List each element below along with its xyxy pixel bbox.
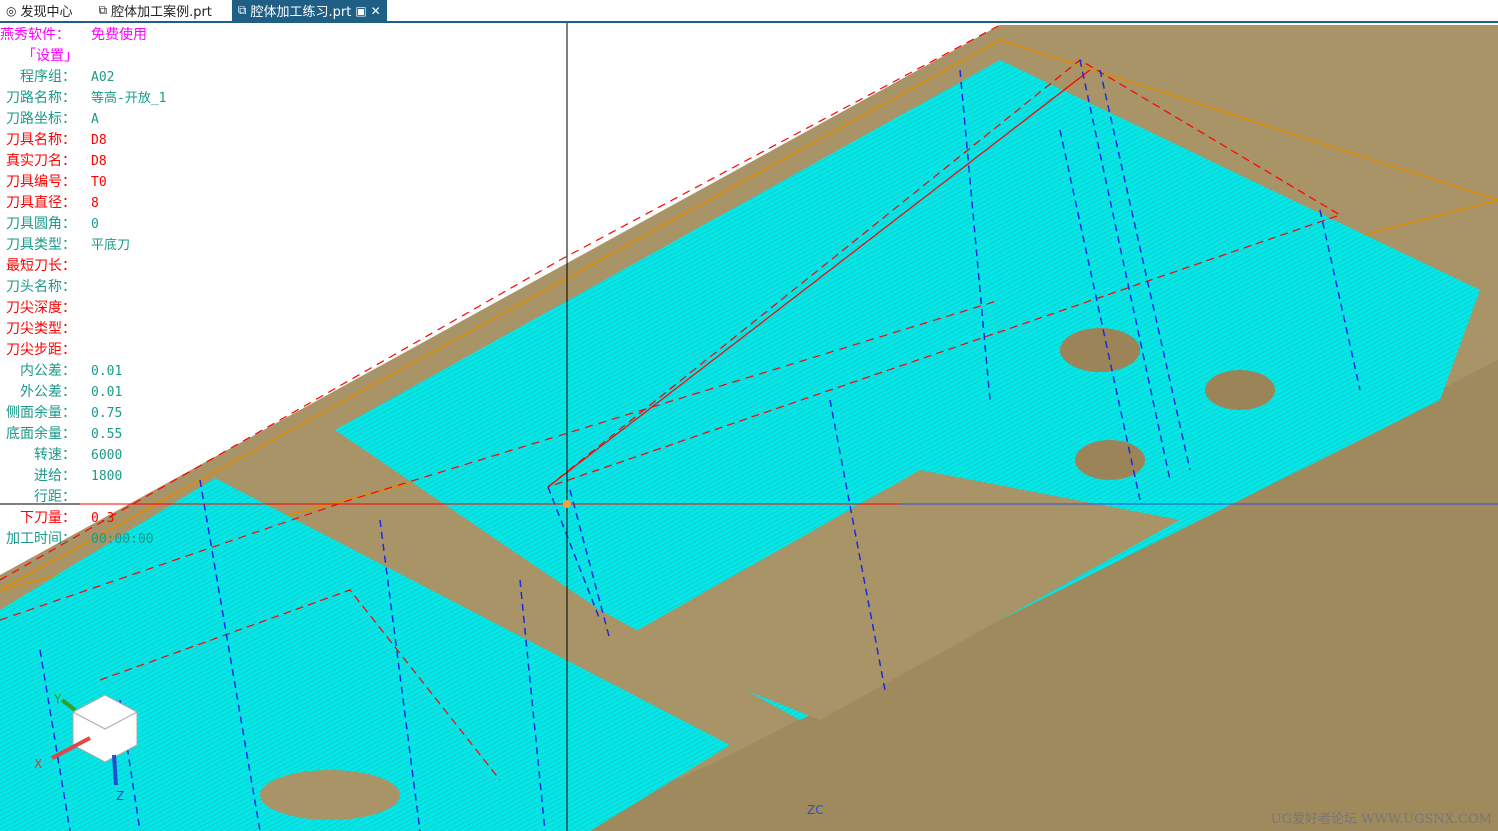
z-axis-arrow bbox=[112, 754, 118, 786]
info-row: 刀具类型： 平底刀 bbox=[0, 235, 166, 256]
y-axis-label: Y bbox=[53, 692, 62, 706]
info-row: 最短刀长： bbox=[0, 256, 166, 277]
info-value: 0.3 bbox=[91, 511, 115, 526]
info-value bbox=[78, 319, 91, 340]
info-value: D8 bbox=[91, 133, 107, 148]
tab-bar: ◎ 发现中心 ⧉ 腔体加工案例.prt ⧉ 腔体加工练习.prt ▣ ✕ bbox=[0, 0, 1498, 23]
tool-info-panel: 燕秀软件： 免费使用 「设置」 程序组： A02 刀路名称： 等高-开放_1 刀路坐标： A… bbox=[0, 25, 166, 550]
info-label: 刀具直径： bbox=[6, 195, 76, 211]
info-label: 程序组： bbox=[20, 69, 76, 85]
info-row: 真实刀名： D8 bbox=[0, 151, 166, 172]
info-row: 刀尖类型： bbox=[0, 319, 166, 340]
info-value: 等高-开放_1 bbox=[91, 91, 167, 106]
info-label: 转速： bbox=[34, 447, 76, 463]
info-label: 行距： bbox=[34, 489, 76, 505]
info-row: 刀路名称： 等高-开放_1 bbox=[0, 88, 166, 109]
info-label: 进给： bbox=[34, 468, 76, 484]
info-label: 刀尖深度： bbox=[6, 300, 76, 316]
info-label: 底面余量： bbox=[6, 426, 76, 442]
info-value bbox=[78, 340, 91, 361]
info-row: 程序组： A02 bbox=[0, 67, 166, 88]
info-row: 刀头名称： bbox=[0, 277, 166, 298]
discovery-icon: ◎ bbox=[6, 3, 17, 18]
info-row: 转速： 6000 bbox=[0, 445, 166, 466]
part-file-icon: ⧉ bbox=[237, 3, 247, 17]
info-value: 0.55 bbox=[91, 427, 123, 442]
info-value: D8 bbox=[91, 154, 107, 169]
info-label: 刀头名称： bbox=[6, 279, 76, 295]
info-label: 真实刀名： bbox=[6, 153, 76, 169]
info-row: 刀路坐标： A bbox=[0, 109, 166, 130]
tab-discovery[interactable]: ◎ 发现中心 bbox=[0, 0, 79, 21]
float-window-icon[interactable]: ▣ bbox=[355, 4, 366, 18]
info-row: 刀具名称： D8 bbox=[0, 130, 166, 151]
info-label: 刀尖步距： bbox=[6, 342, 76, 358]
graphics-viewport[interactable]: X Y Z bbox=[0, 23, 1498, 831]
info-value: 6000 bbox=[91, 448, 123, 463]
info-value: 00:00:00 bbox=[91, 532, 154, 547]
info-value bbox=[78, 277, 91, 298]
info-value bbox=[78, 298, 91, 319]
info-row: 下刀量： 0.3 bbox=[0, 508, 166, 529]
info-label: 刀路坐标： bbox=[6, 111, 76, 127]
info-row: 刀具圆角： 0 bbox=[0, 214, 166, 235]
info-row: 行距： bbox=[0, 487, 166, 508]
part-file-icon: ⧉ bbox=[98, 3, 108, 17]
tab-practice-part[interactable]: ⧉ 腔体加工练习.prt ▣ ✕ bbox=[231, 0, 387, 21]
info-label: 刀具编号： bbox=[6, 174, 76, 190]
info-row: 刀尖步距： bbox=[0, 340, 166, 361]
tab-case-part[interactable]: ⧉ 腔体加工案例.prt bbox=[93, 0, 218, 21]
info-row: 进给： 1800 bbox=[0, 466, 166, 487]
info-value: 0.01 bbox=[91, 385, 123, 400]
info-row: 底面余量： 0.55 bbox=[0, 424, 166, 445]
info-label: 内公差： bbox=[20, 363, 76, 379]
info-label: 刀路名称： bbox=[6, 90, 76, 106]
info-label: 加工时间： bbox=[6, 531, 76, 547]
info-row: 刀具直径： 8 bbox=[0, 193, 166, 214]
info-label: 刀具圆角： bbox=[6, 216, 76, 232]
watermark: UG爱好者论坛 WWW.UGSNX.COM bbox=[1270, 812, 1492, 827]
info-row: 加工时间： 00:00:00 bbox=[0, 529, 166, 550]
info-value: A02 bbox=[91, 70, 115, 85]
header-label: 燕秀软件： bbox=[0, 27, 70, 43]
info-value: 0.75 bbox=[91, 406, 123, 421]
z-axis-label: Z bbox=[116, 789, 124, 803]
info-value: 1800 bbox=[91, 469, 123, 484]
info-row: 侧面余量： 0.75 bbox=[0, 403, 166, 424]
info-value: T0 bbox=[91, 175, 107, 190]
info-value: 8 bbox=[91, 196, 99, 211]
section-title: 「设置」 bbox=[22, 48, 78, 64]
info-label: 刀具类型： bbox=[6, 237, 76, 253]
info-row: 内公差： 0.01 bbox=[0, 361, 166, 382]
zc-label: ZC bbox=[807, 803, 824, 817]
info-value: 0.01 bbox=[91, 364, 123, 379]
info-value bbox=[78, 487, 91, 508]
info-value bbox=[78, 256, 91, 277]
info-value: 0 bbox=[91, 217, 99, 232]
info-value: A bbox=[91, 112, 99, 127]
info-row: 刀具编号： T0 bbox=[0, 172, 166, 193]
info-row: 刀尖深度： bbox=[0, 298, 166, 319]
info-row: 外公差： 0.01 bbox=[0, 382, 166, 403]
info-label: 刀尖类型： bbox=[6, 321, 76, 337]
x-axis-label: X bbox=[34, 757, 42, 771]
info-label: 最短刀长： bbox=[6, 258, 76, 274]
info-label: 刀具名称： bbox=[6, 132, 76, 148]
info-label: 下刀量： bbox=[20, 510, 76, 526]
info-label: 侧面余量： bbox=[6, 405, 76, 421]
header-value: 免费使用 bbox=[91, 27, 147, 43]
info-value: 平底刀 bbox=[91, 238, 131, 253]
close-icon[interactable]: ✕ bbox=[371, 4, 381, 18]
tool-position-marker bbox=[563, 500, 571, 508]
info-label: 外公差： bbox=[20, 384, 76, 400]
